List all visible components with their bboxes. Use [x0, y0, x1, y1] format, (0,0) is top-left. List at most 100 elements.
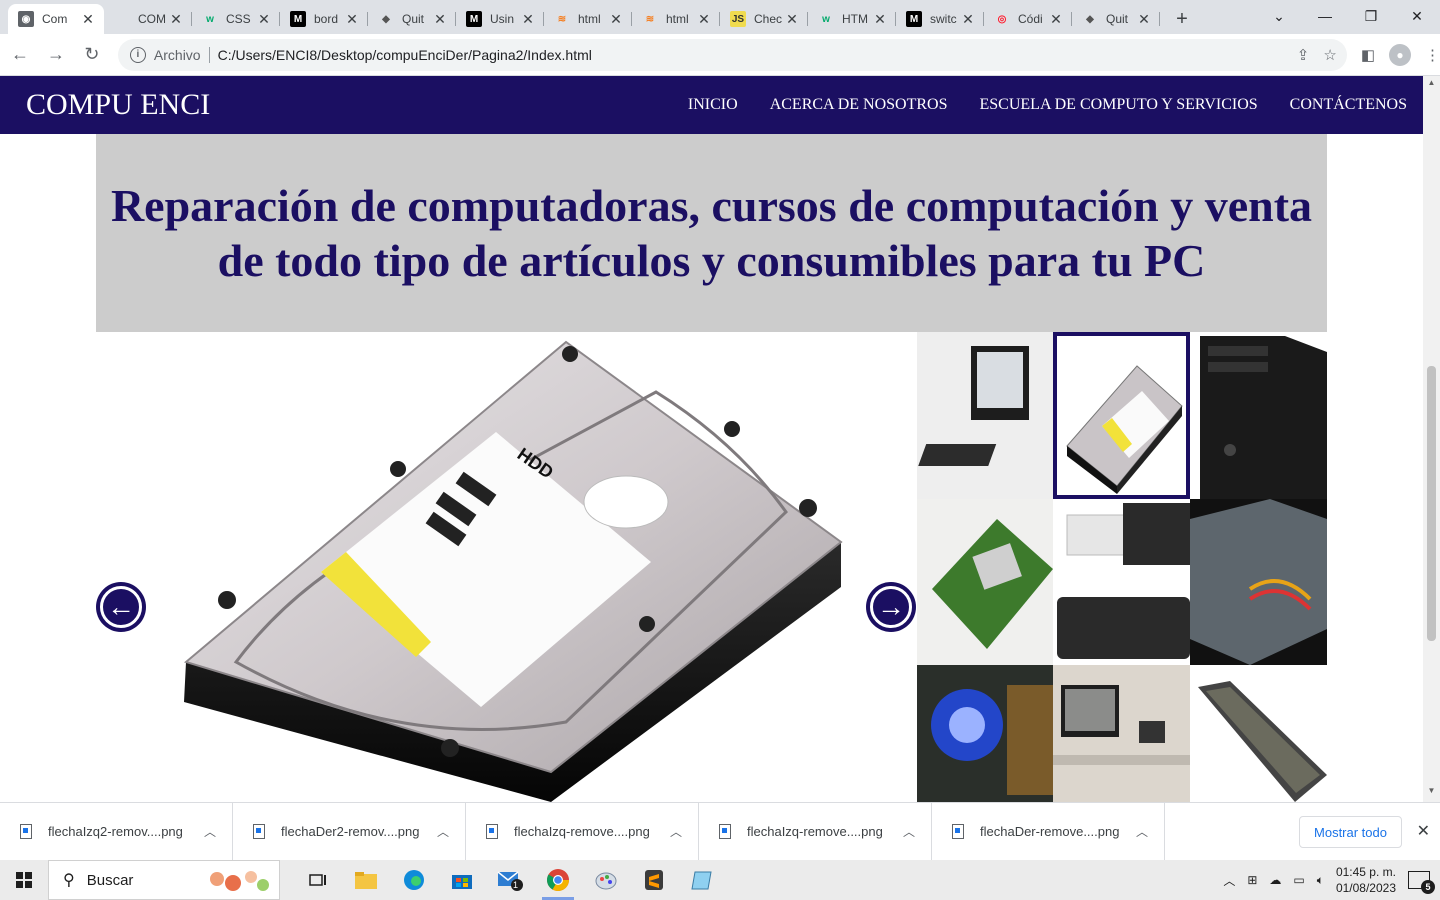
browser-tab[interactable]: ≋ html ✕ [632, 4, 720, 34]
task-view-icon[interactable] [294, 860, 342, 900]
meet-now-icon[interactable]: ⊞ [1247, 873, 1257, 887]
scrollbar-thumb[interactable] [1427, 366, 1436, 641]
sublime-text-icon[interactable] [630, 860, 678, 900]
browser-tab[interactable]: COM ✕ [104, 4, 192, 34]
stack-favicon-icon: ◆ [382, 13, 390, 25]
gallery-prev-button[interactable]: ← [96, 582, 146, 632]
site-brand[interactable]: COMPU ENCI [26, 88, 210, 122]
start-button[interactable] [0, 860, 48, 900]
close-tab-icon[interactable]: ✕ [608, 11, 624, 28]
close-tab-icon[interactable]: ✕ [520, 11, 536, 28]
browser-tab[interactable]: ≋ html ✕ [544, 4, 632, 34]
show-all-button[interactable]: Mostrar todo [1299, 816, 1402, 848]
store-icon[interactable] [438, 860, 486, 900]
close-tab-icon[interactable]: ✕ [80, 11, 96, 28]
thumb-computer-lab[interactable] [1053, 665, 1190, 802]
browser-tab[interactable]: ◆ Quit ✕ [368, 4, 456, 34]
info-icon[interactable]: i [129, 46, 146, 63]
chevron-up-icon[interactable]: ︿ [1136, 823, 1148, 840]
side-panel-icon[interactable]: ◧ [1361, 46, 1375, 64]
volume-icon[interactable]: 🔈︎ [1317, 873, 1324, 888]
taskbar-clock[interactable]: 01:45 p. m. 01/08/2023 [1336, 864, 1396, 896]
thumb-pc-tower[interactable] [1190, 332, 1327, 499]
close-tab-icon[interactable]: ✕ [256, 11, 272, 28]
close-tab-icon[interactable]: ✕ [872, 11, 888, 28]
nav-inicio[interactable]: INICIO [688, 96, 738, 114]
thumb-graphics-card[interactable] [917, 665, 1053, 802]
restore-button[interactable]: ❐ [1348, 0, 1394, 32]
menu-kebab-icon[interactable]: ⋮ [1425, 46, 1440, 64]
new-tab-button[interactable]: + [1166, 4, 1198, 34]
page-scrollbar[interactable]: ▲ ▼ [1423, 76, 1440, 802]
paint-icon[interactable] [582, 860, 630, 900]
close-tab-icon[interactable]: ✕ [960, 11, 976, 28]
browser-tab[interactable]: w HTM ✕ [808, 4, 896, 34]
thumb-network-card[interactable] [917, 499, 1053, 665]
url-text[interactable]: C:/Users/ENCI8/Desktop/compuEnciDer/Pagi… [218, 47, 592, 63]
stackoverflow-favicon-icon: ≋ [645, 13, 655, 25]
close-tab-icon[interactable]: ✕ [168, 11, 184, 28]
browser-tab[interactable]: ◎ Códi ✕ [984, 4, 1072, 34]
desktop-computer-image [917, 332, 1053, 499]
close-tab-icon[interactable]: ✕ [696, 11, 712, 28]
thumb-laptop-screen[interactable] [1190, 665, 1327, 802]
profile-avatar[interactable]: ● [1389, 43, 1411, 66]
nav-contacto[interactable]: CONTÁCTENOS [1290, 96, 1407, 114]
notification-center-icon[interactable]: 5 [1408, 871, 1435, 894]
chevron-up-icon[interactable]: ︿ [903, 823, 915, 840]
thumb-power-supply[interactable] [1190, 499, 1327, 665]
file-explorer-icon[interactable] [342, 860, 390, 900]
close-window-button[interactable]: ✕ [1394, 0, 1440, 32]
browser-tab[interactable]: M Usin ✕ [456, 4, 544, 34]
download-item[interactable]: flechaIzq-remove....png ︿ [699, 802, 932, 861]
mail-icon[interactable]: 1 [486, 860, 534, 900]
tab-title: Quit [402, 12, 425, 26]
network-icon[interactable]: ▭ [1293, 873, 1304, 887]
browser-tab[interactable]: JS Chec ✕ [720, 4, 808, 34]
forward-button[interactable]: → [40, 39, 72, 71]
thumb-desktop-computer[interactable] [917, 332, 1053, 499]
reload-button[interactable]: ↻ [76, 39, 108, 71]
download-item[interactable]: flechaDer-remove....png ︿ [932, 802, 1165, 861]
close-download-bar-icon[interactable]: ✕ [1417, 821, 1430, 841]
nav-acerca[interactable]: ACERCA DE NOSOTROS [770, 96, 948, 114]
browser-tab[interactable]: Mswitc ✕ [896, 4, 984, 34]
file-icon [719, 824, 731, 839]
notepad-icon[interactable] [678, 860, 726, 900]
close-tab-icon[interactable]: ✕ [1136, 11, 1152, 28]
minimize-button[interactable]: — [1302, 0, 1348, 32]
download-item[interactable]: flechaIzq2-remov....png ︿ [0, 802, 233, 861]
thumb-usb-drive[interactable] [1053, 499, 1190, 665]
browser-tab[interactable]: ◉ Com ✕ [8, 4, 104, 34]
browser-tab[interactable]: w CSS ✕ [192, 4, 280, 34]
nav-escuela[interactable]: ESCUELA DE COMPUTO Y SERVICIOS [980, 96, 1258, 114]
close-tab-icon[interactable]: ✕ [344, 11, 360, 28]
share-icon[interactable]: ⇪ [1297, 46, 1310, 64]
browser-tab[interactable]: Mbord ✕ [280, 4, 368, 34]
edge-icon[interactable] [390, 860, 438, 900]
thumb-hard-drive[interactable] [1053, 332, 1190, 499]
scroll-up-icon[interactable]: ▲ [1423, 78, 1440, 92]
tab-search-icon[interactable]: ⌄ [1256, 0, 1302, 32]
chevron-up-icon[interactable]: ︿ [437, 823, 449, 840]
onedrive-icon[interactable]: ☁ [1269, 873, 1281, 887]
chrome-icon[interactable] [534, 860, 582, 900]
close-tab-icon[interactable]: ✕ [432, 11, 448, 28]
download-item[interactable]: flechaDer2-remov....png ︿ [233, 802, 466, 861]
close-tab-icon[interactable]: ✕ [784, 11, 800, 28]
download-item[interactable]: flechaIzq-remove....png ︿ [466, 802, 699, 861]
medium-favicon-icon: M [466, 11, 482, 27]
close-tab-icon[interactable]: ✕ [1048, 11, 1064, 28]
site-nav: INICIO ACERCA DE NOSOTROS ESCUELA DE COM… [688, 96, 1407, 114]
page-viewport: COMPU ENCI INICIO ACERCA DE NOSOTROS ESC… [0, 76, 1440, 802]
back-button[interactable]: ← [4, 39, 36, 71]
bookmark-star-icon[interactable]: ☆ [1323, 46, 1336, 64]
scroll-down-icon[interactable]: ▼ [1423, 786, 1440, 800]
address-bar[interactable]: i Archivo C:/Users/ENCI8/Desktop/compuEn… [117, 38, 1347, 71]
chevron-up-icon[interactable]: ︿ [1223, 872, 1235, 889]
gallery-next-button[interactable]: → [866, 582, 916, 632]
taskbar-search[interactable]: ⚲ Buscar [48, 860, 280, 900]
chevron-up-icon[interactable]: ︿ [670, 823, 682, 840]
chevron-up-icon[interactable]: ︿ [204, 823, 216, 840]
browser-tab[interactable]: ◆ Quit ✕ [1072, 4, 1160, 34]
